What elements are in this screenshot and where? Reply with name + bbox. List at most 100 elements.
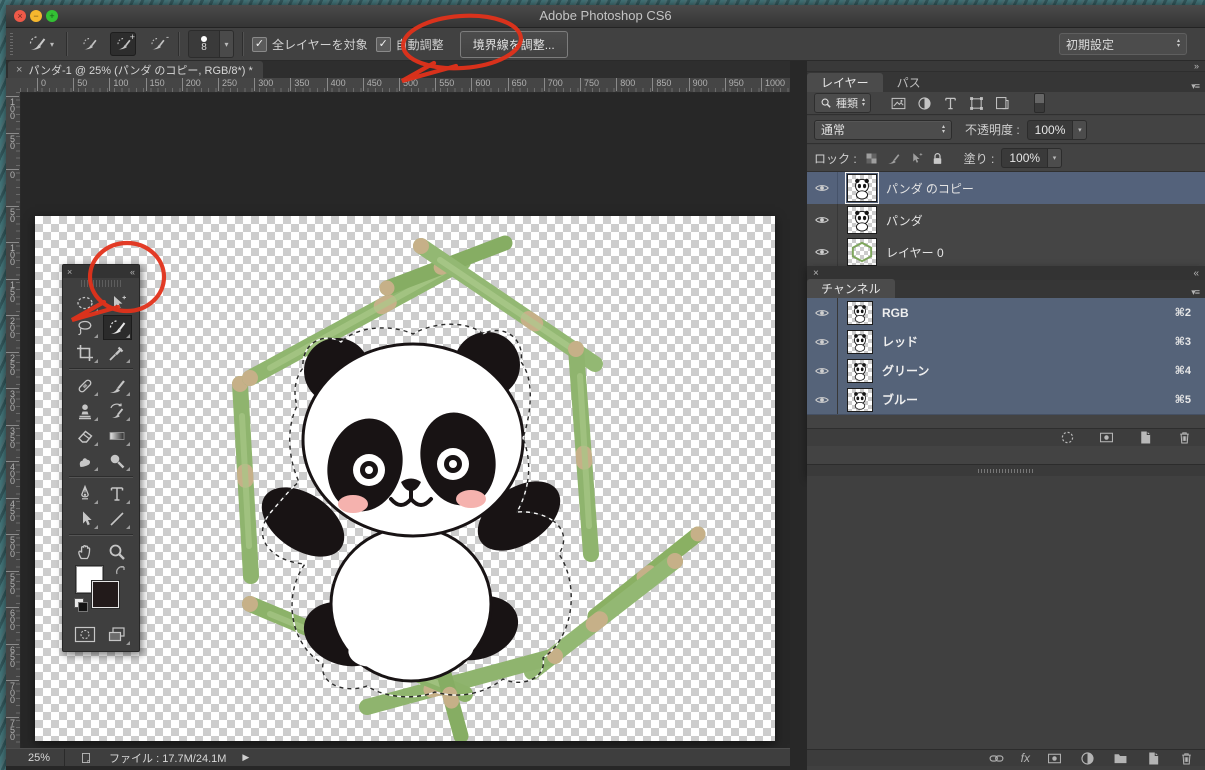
blend-mode-select[interactable]: 通常 ▴ ▾ <box>814 119 952 140</box>
path-selection-tool[interactable] <box>71 506 100 531</box>
close-palette-icon[interactable]: × <box>67 267 72 277</box>
layer-name[interactable]: レイヤー 0 <box>886 244 944 261</box>
history-brush-tool[interactable] <box>103 398 132 423</box>
layer-thumbnail[interactable] <box>845 172 879 204</box>
pen-tool[interactable] <box>71 481 100 506</box>
title-bar[interactable]: × − + Adobe Photoshop CS6 <box>6 5 1205 28</box>
layer-visibility-toggle[interactable] <box>807 236 838 268</box>
zoom-tool[interactable] <box>103 539 132 564</box>
opacity-field[interactable]: 100% ▾ <box>1026 119 1088 140</box>
delete-channel-icon[interactable] <box>1176 429 1193 446</box>
status-options-arrow[interactable]: ▶ <box>242 752 249 763</box>
filter-kind-select[interactable]: 種類 ▴ ▾ <box>814 93 872 113</box>
lasso-tool[interactable] <box>71 315 100 340</box>
type-tool[interactable] <box>103 481 132 506</box>
tab-channels[interactable]: チャンネル <box>807 279 895 298</box>
background-color-swatch[interactable] <box>92 581 119 608</box>
dodge-tool[interactable] <box>103 448 132 473</box>
layer-name[interactable]: パンダ のコピー <box>886 180 974 197</box>
filter-type-layers-icon[interactable] <box>942 95 959 112</box>
sample-all-layers-checkbox[interactable]: ✓ 全レイヤーを対象 <box>252 36 368 53</box>
layer-effects-icon[interactable]: fx <box>1021 751 1030 765</box>
eraser-tool[interactable] <box>71 423 100 448</box>
auto-enhance-checkbox[interactable]: ✓ 自動調整 <box>375 36 444 53</box>
move-tool[interactable] <box>103 290 132 315</box>
channel-row[interactable]: グリーン ⌘4 <box>807 356 1205 386</box>
add-layer-mask-icon[interactable] <box>1046 750 1063 767</box>
new-group-icon[interactable] <box>1112 750 1129 767</box>
close-tab-icon[interactable]: × <box>16 64 22 76</box>
new-selection-mode-button[interactable] <box>76 32 102 56</box>
channel-visibility-toggle[interactable] <box>807 385 838 414</box>
brush-size-dropdown-arrow[interactable]: ▾ <box>220 30 235 58</box>
collapse-dock-strip[interactable]: » <box>807 61 1205 72</box>
filter-shape-layers-icon[interactable] <box>968 95 985 112</box>
eyedropper-tool[interactable] <box>103 340 132 365</box>
layer-row[interactable]: レイヤー 0 <box>807 236 1205 269</box>
palette-drag-handle[interactable] <box>81 280 121 287</box>
brush-size-picker[interactable]: 8 ▾ <box>188 30 235 58</box>
channel-visibility-toggle[interactable] <box>807 298 838 327</box>
filter-smart-objects-icon[interactable] <box>994 95 1011 112</box>
filter-toggle-switch[interactable] <box>1034 93 1046 113</box>
layer-name[interactable]: パンダ <box>886 212 923 229</box>
screen-mode-button[interactable] <box>103 622 132 647</box>
quick-selection-tool[interactable] <box>102 315 132 340</box>
layer-visibility-toggle[interactable] <box>807 172 838 204</box>
smudge-tool[interactable] <box>71 448 100 473</box>
spot-healing-brush-tool[interactable] <box>71 373 100 398</box>
add-to-selection-mode-button[interactable]: + <box>110 32 137 56</box>
link-layers-icon[interactable] <box>988 750 1005 767</box>
layer-thumbnail[interactable] <box>847 206 877 234</box>
crop-tool[interactable] <box>71 340 100 365</box>
channel-row[interactable]: レッド ⌘3 <box>807 327 1205 357</box>
collapse-panel-icon[interactable]: « <box>1193 268 1199 279</box>
layer-row[interactable]: パンダ のコピー <box>807 172 1205 205</box>
elliptical-marquee-tool[interactable] <box>71 290 100 315</box>
load-selection-icon[interactable] <box>1059 429 1076 446</box>
panel-menu-icon[interactable]: ▾≡ <box>1191 81 1200 92</box>
new-channel-icon[interactable] <box>1137 429 1154 446</box>
fill-dropdown-arrow[interactable]: ▾ <box>1048 148 1063 168</box>
document-tab[interactable]: × パンダ-1 @ 25% (パンダ のコピー, RGB/8*) * <box>8 61 263 78</box>
opacity-dropdown-arrow[interactable]: ▾ <box>1073 119 1088 140</box>
workspace-preset-select[interactable]: 初期設定 ▴ ▾ <box>1059 33 1187 55</box>
layer-row[interactable]: パンダ <box>807 204 1205 237</box>
hand-tool[interactable] <box>71 539 100 564</box>
options-bar-grip[interactable] <box>10 33 13 55</box>
tool-preset-picker[interactable]: ▾ <box>23 32 58 56</box>
tab-layers[interactable]: レイヤー <box>807 73 883 92</box>
lock-transparency-icon[interactable] <box>864 151 879 166</box>
lock-position-icon[interactable] <box>908 151 923 166</box>
lock-pixels-icon[interactable] <box>886 151 901 166</box>
horizontal-ruler[interactable]: 0 50 100 150 200 250 300 350 400 450 500 550 600 650 7… <box>20 78 790 93</box>
adjustment-layer-icon[interactable] <box>1079 750 1096 767</box>
vertical-ruler[interactable]: 1 0 05 005 01 0 01 5 02 0 02 5 03 0 03 5… <box>6 92 21 753</box>
tab-paths[interactable]: パス <box>883 73 935 92</box>
delete-layer-icon[interactable] <box>1178 750 1195 767</box>
canvas[interactable] <box>35 216 775 744</box>
gradient-tool[interactable] <box>103 423 132 448</box>
clone-stamp-tool[interactable] <box>71 398 100 423</box>
filter-pixel-layers-icon[interactable] <box>890 95 907 112</box>
refine-edge-button[interactable]: 境界線を調整... <box>459 30 568 58</box>
fill-field[interactable]: 100% ▾ <box>1001 148 1063 168</box>
subtract-from-selection-mode-button[interactable]: - <box>144 32 170 56</box>
layer-thumbnail[interactable] <box>847 238 877 266</box>
channels-panel-header[interactable]: × « <box>807 266 1205 280</box>
new-layer-icon[interactable] <box>1145 750 1162 767</box>
channel-visibility-toggle[interactable] <box>807 327 838 356</box>
quick-mask-button[interactable] <box>71 622 100 647</box>
layer-visibility-toggle[interactable] <box>807 204 838 236</box>
lock-all-icon[interactable] <box>930 151 945 166</box>
collapse-palette-icon[interactable]: « <box>130 267 135 277</box>
brush-tool[interactable] <box>103 373 132 398</box>
panel-menu-icon[interactable]: ▾≡ <box>1191 287 1200 298</box>
channel-row[interactable]: RGB ⌘2 <box>807 298 1205 328</box>
close-panel-icon[interactable]: × <box>813 268 819 279</box>
channel-visibility-toggle[interactable] <box>807 356 838 385</box>
zoom-level-field[interactable]: 25% <box>28 752 50 764</box>
expand-panels-icon[interactable]: » <box>1194 61 1199 71</box>
save-selection-as-channel-icon[interactable] <box>1098 429 1115 446</box>
filter-adjustment-layers-icon[interactable] <box>916 95 933 112</box>
